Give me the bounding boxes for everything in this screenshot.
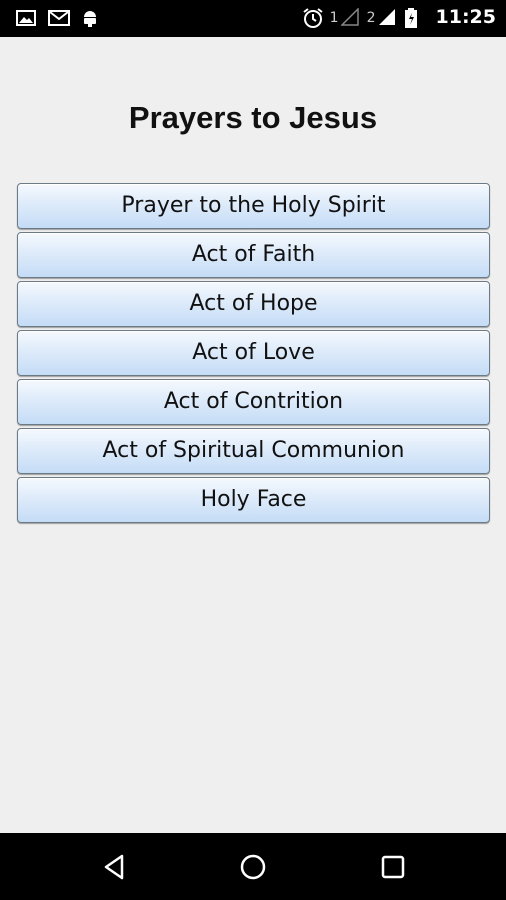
signal-icon	[340, 8, 359, 26]
battery-icon	[404, 7, 424, 28]
act-of-spiritual-communion-button[interactable]: Act of Spiritual Communion	[17, 428, 490, 474]
act-of-faith-button[interactable]: Act of Faith	[17, 232, 490, 278]
image-icon	[16, 8, 36, 28]
holy-face-button[interactable]: Holy Face	[17, 477, 490, 523]
act-of-love-button[interactable]: Act of Love	[17, 330, 490, 376]
sim1-signal: 1	[330, 8, 359, 26]
clock: 11:25	[435, 6, 496, 28]
sim1-label: 1	[329, 10, 339, 26]
sim2-label: 2	[366, 10, 376, 26]
prayer-holy-spirit-button[interactable]: Prayer to the Holy Spirit	[17, 183, 490, 229]
alarm-icon	[302, 7, 323, 28]
sim2-signal: 2	[367, 8, 396, 26]
gmail-icon	[48, 8, 70, 28]
notification-icons	[16, 8, 100, 28]
android-icon	[80, 8, 100, 28]
prayer-menu: Prayer to the Holy Spirit Act of Faith A…	[17, 183, 490, 526]
navigation-bar	[0, 833, 506, 900]
home-icon[interactable]	[235, 849, 271, 885]
signal-icon	[378, 9, 395, 25]
act-of-contrition-button[interactable]: Act of Contrition	[17, 379, 490, 425]
status-bar: 1 2 11:25	[0, 0, 506, 37]
back-icon[interactable]	[96, 849, 132, 885]
system-icons: 1 2 11:25	[302, 6, 496, 28]
act-of-hope-button[interactable]: Act of Hope	[17, 281, 490, 327]
page-title: Prayers to Jesus	[128, 100, 378, 135]
recent-apps-icon[interactable]	[375, 849, 411, 885]
